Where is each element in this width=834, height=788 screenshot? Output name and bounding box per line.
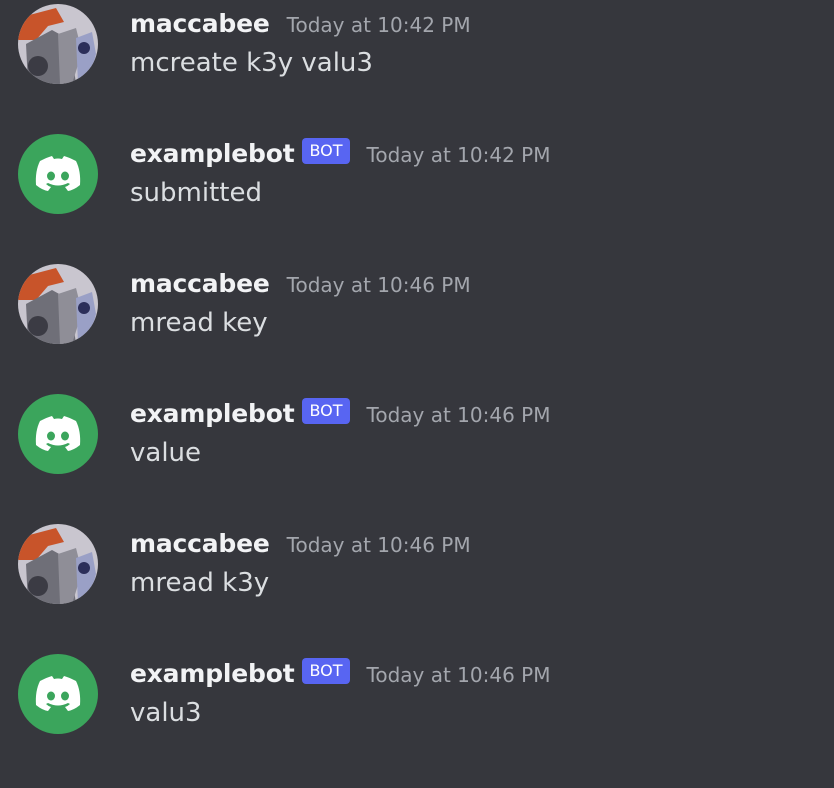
- message-item: maccabee Today at 10:46 PM mread key: [0, 240, 834, 350]
- message-item: examplebot BOT Today at 10:46 PM valu3: [0, 630, 834, 740]
- discord-logo-icon[interactable]: [18, 654, 98, 734]
- message-timestamp: Today at 10:42 PM: [286, 13, 471, 37]
- user-avatar-icon[interactable]: [18, 524, 98, 604]
- message-author[interactable]: examplebot: [130, 659, 295, 688]
- discord-logo-icon[interactable]: [18, 134, 98, 214]
- message-content: valu3: [130, 698, 202, 728]
- message-timestamp: Today at 10:46 PM: [366, 663, 551, 687]
- user-avatar-icon[interactable]: [18, 264, 98, 344]
- message-content: mread k3y: [130, 568, 270, 598]
- message-item: maccabee Today at 10:42 PM mcreate k3y v…: [0, 0, 834, 90]
- message-timestamp: Today at 10:46 PM: [286, 533, 471, 557]
- discord-logo-icon[interactable]: [18, 394, 98, 474]
- message-header: maccabee Today at 10:46 PM: [130, 526, 471, 560]
- message-content: mread key: [130, 308, 268, 338]
- message-header: maccabee Today at 10:42 PM: [130, 6, 471, 40]
- user-avatar-icon[interactable]: [18, 4, 98, 84]
- message-content: mcreate k3y valu3: [130, 48, 373, 78]
- message-header: examplebot BOT Today at 10:46 PM: [130, 396, 550, 430]
- bot-badge: BOT: [302, 398, 350, 424]
- message-content: value: [130, 438, 202, 468]
- message-list: maccabee Today at 10:42 PM mcreate k3y v…: [0, 0, 834, 788]
- message-author[interactable]: examplebot: [130, 399, 295, 428]
- message-author[interactable]: maccabee: [130, 269, 270, 298]
- message-author[interactable]: maccabee: [130, 9, 270, 38]
- message-timestamp: Today at 10:42 PM: [366, 143, 551, 167]
- message-content: submitted: [130, 178, 262, 208]
- message-author[interactable]: examplebot: [130, 139, 295, 168]
- message-item: examplebot BOT Today at 10:42 PM submitt…: [0, 110, 834, 220]
- message-header: examplebot BOT Today at 10:46 PM: [130, 656, 550, 690]
- message-item: maccabee Today at 10:46 PM mread k3y: [0, 500, 834, 610]
- bot-badge: BOT: [302, 658, 350, 684]
- message-timestamp: Today at 10:46 PM: [286, 273, 471, 297]
- message-timestamp: Today at 10:46 PM: [366, 403, 551, 427]
- bot-badge: BOT: [302, 138, 350, 164]
- message-header: examplebot BOT Today at 10:42 PM: [130, 136, 550, 170]
- message-header: maccabee Today at 10:46 PM: [130, 266, 471, 300]
- message-item: examplebot BOT Today at 10:46 PM value: [0, 370, 834, 480]
- message-author[interactable]: maccabee: [130, 529, 270, 558]
